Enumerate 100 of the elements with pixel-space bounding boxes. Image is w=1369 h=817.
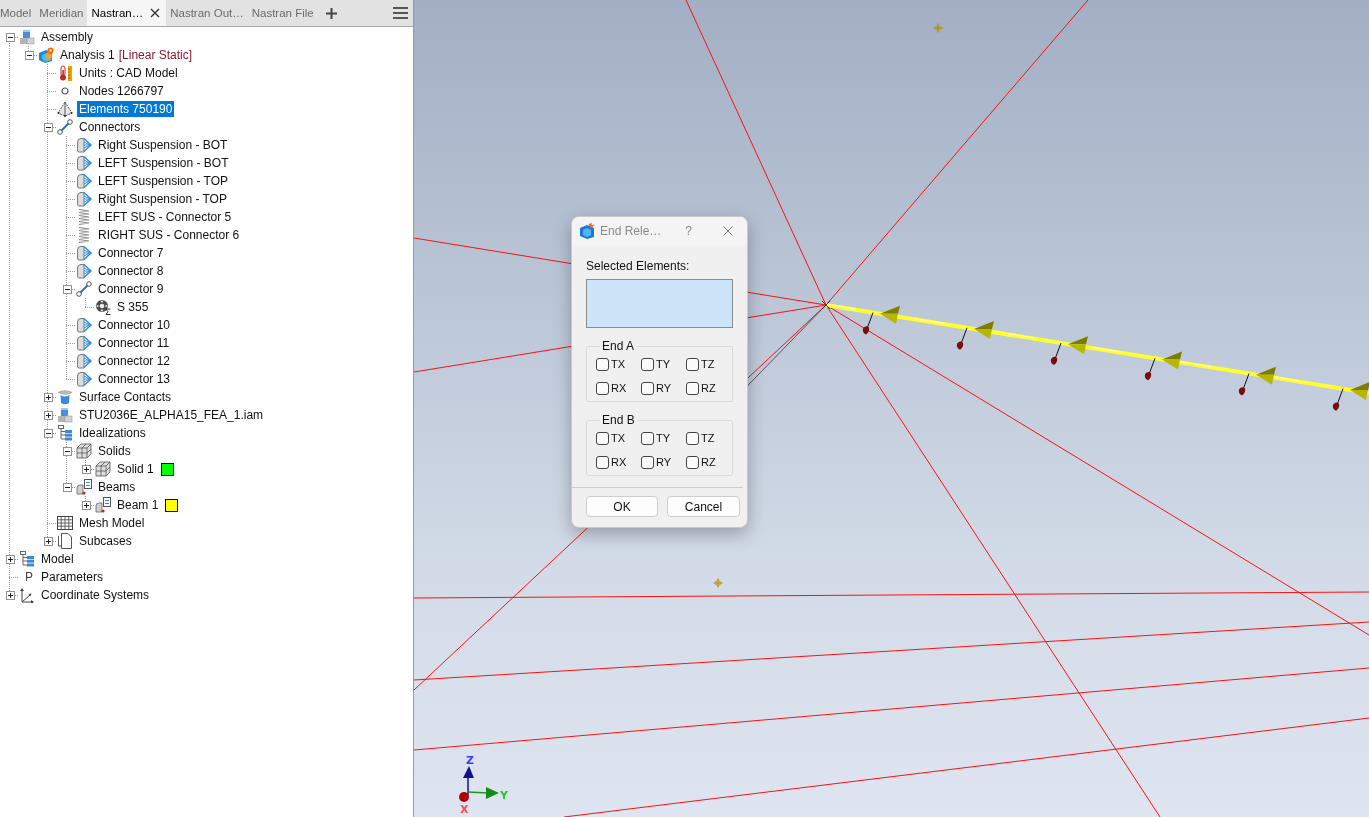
tree-toggle[interactable] xyxy=(62,482,72,492)
tab[interactable]: Model xyxy=(0,0,36,26)
axes-icon xyxy=(19,587,35,603)
tree-item[interactable]: LEFT Suspension - BOT xyxy=(96,155,231,171)
tree-item[interactable]: Idealizations xyxy=(77,425,148,441)
rigid-connector-icon xyxy=(76,137,92,153)
tree-item[interactable]: Solid 1 xyxy=(115,461,156,477)
tree-toggle[interactable] xyxy=(62,446,72,456)
checkbox[interactable] xyxy=(686,455,699,469)
checkbox-label: RX xyxy=(611,382,627,394)
tree-item[interactable]: RIGHT SUS - Connector 6 xyxy=(96,227,242,243)
tree-item[interactable]: LEFT SUS - Connector 5 xyxy=(96,209,234,225)
checkbox-label: TZ xyxy=(701,432,715,444)
tree-item[interactable]: Connector 9 xyxy=(96,281,166,297)
axis-triad xyxy=(459,766,499,802)
tree-item[interactable]: Assembly xyxy=(39,29,95,45)
checkbox[interactable] xyxy=(686,381,699,395)
checkbox-label: RY xyxy=(656,456,672,468)
tree-item[interactable]: Analysis 1 xyxy=(58,47,117,63)
tree-item[interactable]: Beams xyxy=(96,479,138,495)
checkbox-label: TX xyxy=(611,358,626,370)
tree-item[interactable]: Model xyxy=(39,551,76,567)
tree-item[interactable]: Coordinate Systems xyxy=(39,587,152,603)
group-title: End A xyxy=(601,339,636,353)
beam-icon xyxy=(76,479,92,495)
selected-elements-list[interactable] xyxy=(586,279,733,328)
close-icon xyxy=(723,226,733,236)
checkbox[interactable] xyxy=(686,431,699,445)
tree-toggle[interactable] xyxy=(24,50,34,60)
tree-toggle[interactable] xyxy=(43,428,53,438)
thermometer-icon xyxy=(57,65,73,81)
tree-toggle[interactable] xyxy=(5,590,15,600)
checkbox[interactable] xyxy=(596,455,609,469)
close-icon[interactable] xyxy=(150,8,161,18)
hierarchy-icon xyxy=(19,551,35,567)
tab[interactable]: Nastran Out… xyxy=(166,0,248,26)
tree-item[interactable]: Surface Contacts xyxy=(77,389,174,405)
cubes-icon xyxy=(76,443,92,459)
tree-item[interactable]: Connector 7 xyxy=(96,245,166,261)
tree-toggle[interactable] xyxy=(62,284,72,294)
dialog-button[interactable]: Cancel xyxy=(667,496,740,517)
group-title: End B xyxy=(601,413,636,427)
tree-item[interactable]: S 355 xyxy=(115,299,151,315)
tree-toggle[interactable] xyxy=(43,392,53,402)
rigid-connector-icon xyxy=(76,371,92,387)
tree-item[interactable]: Nodes 1266797 xyxy=(77,83,166,99)
tab[interactable]: Nastran… xyxy=(87,0,167,26)
tree-toggle[interactable] xyxy=(5,554,15,564)
point-marker-icon xyxy=(933,23,943,33)
tree-item[interactable]: Mesh Model xyxy=(77,515,147,531)
tree-toggle[interactable] xyxy=(43,410,53,420)
tree-item[interactable]: Connector 13 xyxy=(96,371,173,387)
tree-item[interactable]: Right Suspension - BOT xyxy=(96,137,230,153)
grid-icon xyxy=(57,515,73,531)
tree-item[interactable]: LEFT Suspension - TOP xyxy=(96,173,231,189)
dialog-title: End Rele… xyxy=(600,224,662,238)
tetrahedron-icon xyxy=(57,101,73,117)
tree-toggle[interactable] xyxy=(43,122,53,132)
rigid-connector-icon xyxy=(76,191,92,207)
tree-item[interactable]: Subcases xyxy=(77,533,134,549)
tree-item[interactable]: Connector 10 xyxy=(96,317,173,333)
tree-item[interactable]: Right Suspension - TOP xyxy=(96,191,229,207)
tab[interactable]: Meridian xyxy=(35,0,88,26)
checkbox[interactable] xyxy=(596,381,609,395)
tree-toggle[interactable] xyxy=(81,464,91,474)
tree-toggle[interactable] xyxy=(5,32,15,42)
tree-item[interactable]: Beam 1 xyxy=(115,497,161,513)
checkbox[interactable] xyxy=(641,455,654,469)
tree-item[interactable]: Connector 8 xyxy=(96,263,166,279)
tree-item[interactable]: Elements 750190 xyxy=(77,101,175,117)
checkbox[interactable] xyxy=(641,431,654,445)
checkbox[interactable] xyxy=(641,357,654,371)
heatmap-cube-icon xyxy=(38,47,54,63)
tree-toggle[interactable] xyxy=(81,500,91,510)
menu-icon[interactable] xyxy=(393,7,408,19)
tree-item[interactable]: Connector 11 xyxy=(96,335,172,351)
field-label: Selected Elements: xyxy=(586,259,691,273)
plus-icon[interactable] xyxy=(325,7,337,19)
checkbox[interactable] xyxy=(686,357,699,371)
checkbox-label: RZ xyxy=(701,456,716,468)
tree-toggle[interactable] xyxy=(43,536,53,546)
checkbox-label: TZ xyxy=(701,358,715,370)
rigid-connector-icon xyxy=(76,353,92,369)
rigid-connector-icon xyxy=(76,173,92,189)
link-icon xyxy=(57,119,73,135)
tree-item[interactable]: Units : CAD Model xyxy=(77,65,180,81)
checkbox-label: TY xyxy=(656,432,671,444)
tree-item[interactable]: Solids xyxy=(96,443,133,459)
checkbox[interactable] xyxy=(596,357,609,371)
tree-item[interactable]: Connectors xyxy=(77,119,143,135)
blocks-icon xyxy=(57,407,73,423)
checkbox[interactable] xyxy=(596,431,609,445)
dialog-button[interactable]: OK xyxy=(586,496,658,517)
tree-item[interactable]: Connector 12 xyxy=(96,353,173,369)
hierarchy-icon xyxy=(57,425,73,441)
tab[interactable]: Nastran File xyxy=(247,0,318,26)
checkbox[interactable] xyxy=(641,381,654,395)
tree-item[interactable]: STU2036E_ALPHA15_FEA_1.iam xyxy=(77,407,266,423)
circle-icon xyxy=(61,87,69,95)
rigid-connector-icon xyxy=(76,245,92,261)
